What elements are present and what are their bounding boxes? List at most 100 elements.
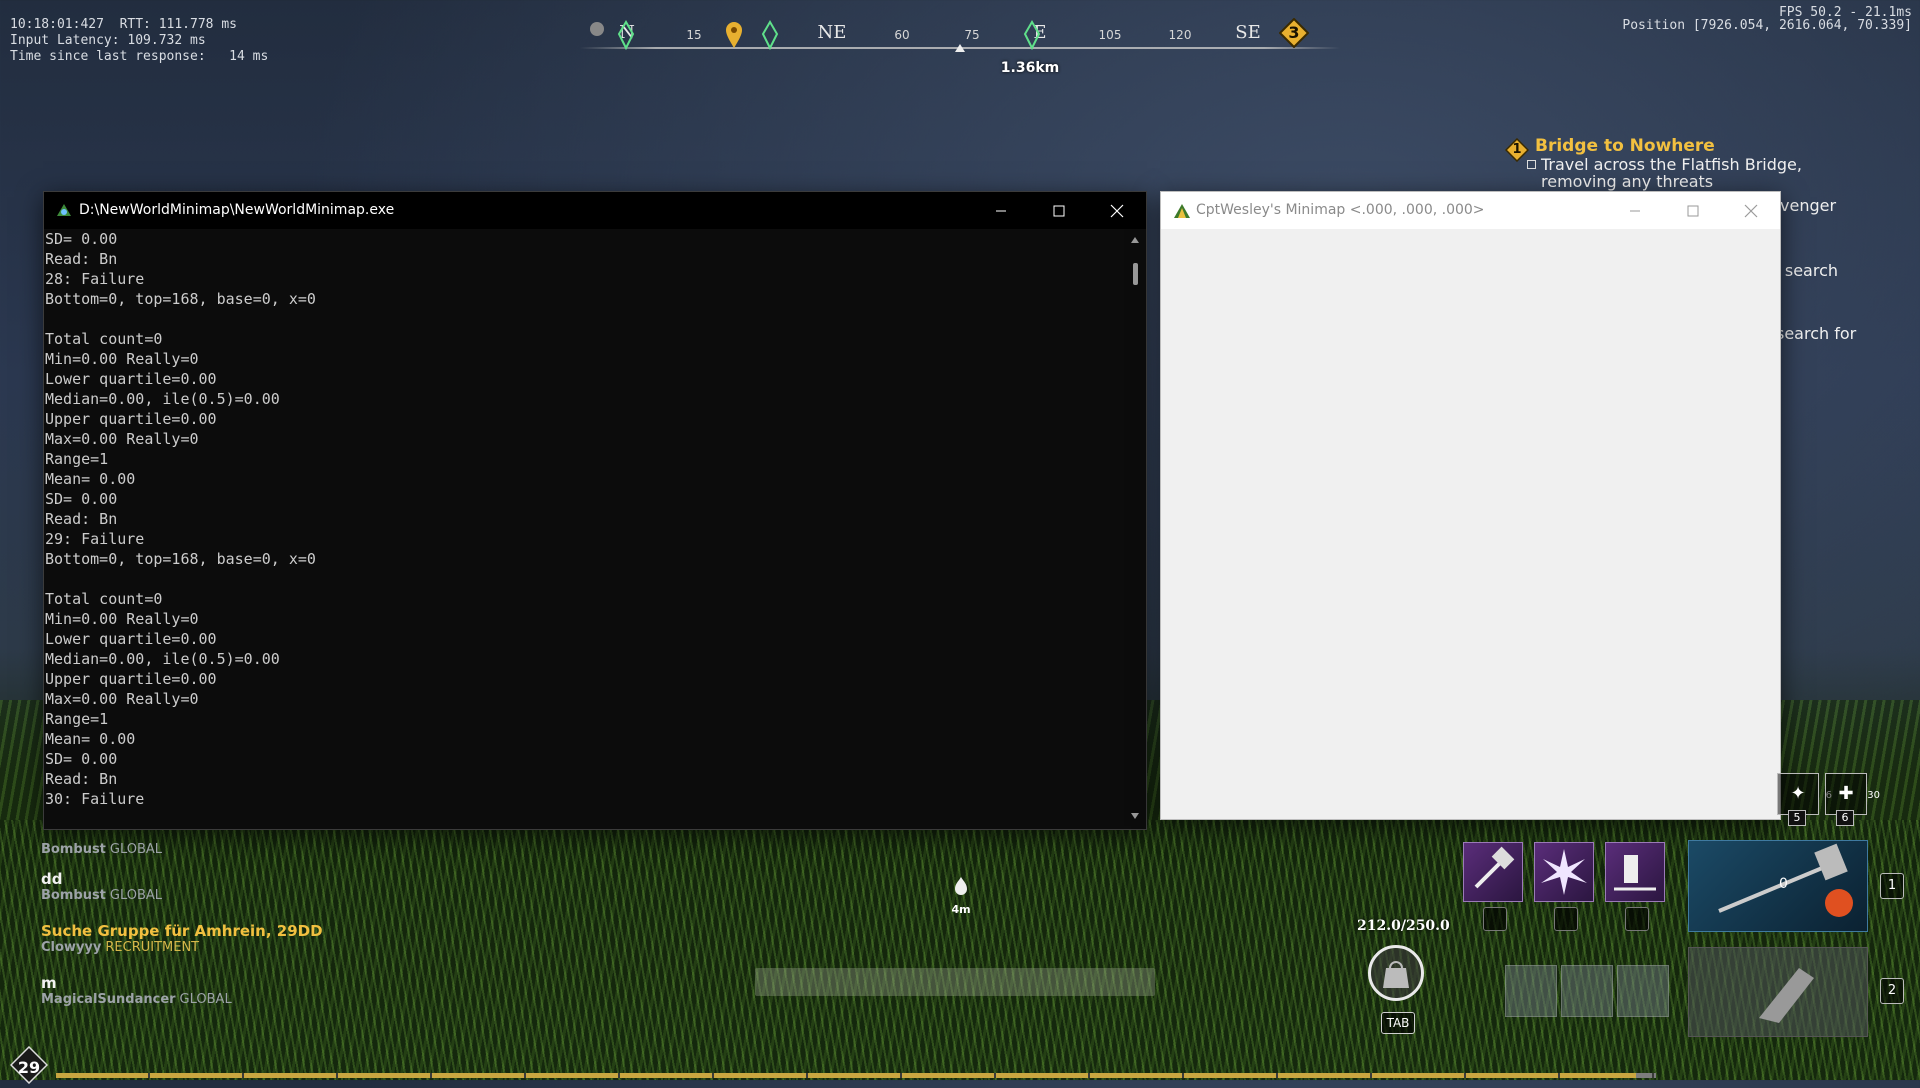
camp-icon bbox=[955, 877, 967, 895]
network-stats: 10:18:01:427 RTT: 111.778 ms Input Laten… bbox=[10, 17, 269, 64]
consumable-figure-icon[interactable] bbox=[1617, 965, 1669, 1017]
console-output[interactable]: SD= 0.00 Read: Bn 28: Failure Bottom=0, top… bbox=[44, 229, 1124, 829]
maximize-icon bbox=[1687, 205, 1699, 216]
compass-distance: 1.36km bbox=[1000, 60, 1060, 76]
quest-title: Bridge to Nowhere bbox=[1535, 136, 1715, 156]
maximize-icon bbox=[1053, 205, 1065, 216]
chat-message: Suche Gruppe für Amhrein, 29DD Clowyyy RE… bbox=[41, 922, 323, 955]
waypoint-diamond-icon bbox=[617, 20, 635, 54]
quest-marker-icon: 3 bbox=[1278, 17, 1310, 52]
chat-message: m MagicalSundancer GLOBAL bbox=[41, 974, 232, 1007]
quest-number: 1 bbox=[1512, 142, 1522, 157]
inventory-bag-icon[interactable] bbox=[1368, 945, 1424, 1001]
chat-channel: GLOBAL bbox=[109, 842, 163, 857]
console-line: Range=1 bbox=[45, 710, 109, 728]
console-line: Upper quartile=0.00 bbox=[45, 410, 217, 428]
console-line: Min=0.00 Really=0 bbox=[45, 350, 199, 368]
app-icon bbox=[56, 203, 72, 219]
close-button[interactable] bbox=[1088, 192, 1146, 229]
console-line: Read: Bn bbox=[45, 250, 118, 268]
quest-marker-number: 3 bbox=[1288, 23, 1300, 42]
console-line: Min=0.00 Really=0 bbox=[45, 610, 199, 628]
chat-user[interactable]: Bombust bbox=[41, 888, 106, 903]
quick-slot-count: 30 bbox=[1867, 790, 1880, 801]
weapon-slot-2-key: 2 bbox=[1880, 978, 1904, 1004]
console-line: Median=0.00, ile(0.5)=0.00 bbox=[45, 390, 280, 408]
quest-number-icon: 1 bbox=[1504, 137, 1530, 163]
campfire-timer: 4m bbox=[946, 875, 976, 916]
minimap-titlebar[interactable]: CptWesley's Minimap <.000, .000, .000> bbox=[1161, 192, 1780, 229]
compass-se: SE bbox=[1235, 22, 1261, 43]
scroll-thumb bbox=[1133, 263, 1138, 285]
location-pin-icon bbox=[724, 20, 744, 54]
position-readout: Position [7926.054, 2616.064, 70.339] bbox=[1622, 18, 1912, 33]
quick-slot-5[interactable]: ✦ 5 6 bbox=[1777, 773, 1832, 826]
quick-slot-6[interactable]: ✚ 6 30 bbox=[1825, 773, 1880, 826]
console-line: Total count=0 bbox=[45, 330, 163, 348]
compass-75: 75 bbox=[964, 28, 980, 42]
waypoint-diamond-icon bbox=[761, 20, 779, 54]
weapon-slot-1[interactable]: 0 bbox=[1688, 840, 1868, 932]
player-group-icon bbox=[588, 20, 606, 42]
chat-message: dd Bombust GLOBAL bbox=[41, 870, 162, 903]
compass-ne: NE bbox=[817, 22, 847, 43]
quest-objective: Travel across the Flatfish Bridge, remov… bbox=[1527, 156, 1831, 190]
quick-slot-key: 6 bbox=[1836, 810, 1854, 826]
minimap-window[interactable]: CptWesley's Minimap <.000, .000, .000> bbox=[1160, 191, 1781, 820]
level-number: 29 bbox=[17, 1058, 41, 1077]
skill-hammer-icon[interactable] bbox=[1463, 842, 1523, 902]
camp-timer-label: 4m bbox=[951, 903, 971, 916]
quest-text-fragment: search for bbox=[1776, 324, 1857, 343]
consumable-stone-icon[interactable] bbox=[1561, 965, 1613, 1017]
console-line: 28: Failure bbox=[45, 270, 145, 288]
waypoint-diamond-icon bbox=[1023, 20, 1041, 54]
skill-burst-icon[interactable] bbox=[1534, 842, 1594, 902]
compass-60: 60 bbox=[894, 28, 910, 42]
ammo-counter: 212.0/250.0 bbox=[1357, 918, 1450, 934]
maximize-button[interactable] bbox=[1030, 192, 1088, 229]
console-line: Median=0.00, ile(0.5)=0.00 bbox=[45, 650, 280, 668]
skill-slam-icon[interactable] bbox=[1605, 842, 1665, 902]
chat-channel: GLOBAL bbox=[109, 888, 163, 903]
minimize-button[interactable] bbox=[1606, 192, 1664, 229]
console-line: Read: Bn bbox=[45, 510, 118, 528]
objective-checkbox bbox=[1527, 160, 1536, 169]
weapon1-count: 0 bbox=[1779, 876, 1788, 892]
console-line: Mean= 0.00 bbox=[45, 470, 136, 488]
console-line: Upper quartile=0.00 bbox=[45, 670, 217, 688]
chat-user[interactable]: Bombust bbox=[41, 842, 106, 857]
console-line: Total count=0 bbox=[45, 590, 163, 608]
consumable-food-icon[interactable] bbox=[1505, 965, 1557, 1017]
compass: N 15 NE 60 75 E 105 120 SE 3 bbox=[580, 14, 1340, 74]
minimize-button[interactable] bbox=[972, 192, 1030, 229]
console-window[interactable]: D:\NewWorldMinimap\NewWorldMinimap.exe S… bbox=[43, 191, 1147, 830]
interaction-bar bbox=[755, 968, 1155, 996]
chat-text: Suche Gruppe für Amhrein, 29DD bbox=[41, 922, 323, 940]
console-line: Range=1 bbox=[45, 450, 109, 468]
compass-15: 15 bbox=[686, 28, 702, 42]
skill-keybind-slot bbox=[1483, 907, 1507, 931]
gauntlet-icon bbox=[1759, 968, 1814, 1023]
chat-user[interactable]: Clowyyy bbox=[41, 940, 101, 955]
console-line: Lower quartile=0.00 bbox=[45, 630, 217, 648]
chat-channel: GLOBAL bbox=[179, 992, 232, 1007]
chat-text: dd bbox=[41, 870, 63, 888]
console-line: SD= 0.00 bbox=[45, 230, 118, 248]
skill-keybind-slot bbox=[1625, 907, 1649, 931]
level-badge: 29 bbox=[9, 1045, 49, 1085]
console-titlebar[interactable]: D:\NewWorldMinimap\NewWorldMinimap.exe bbox=[44, 192, 1146, 229]
skill-keybind-slot bbox=[1554, 907, 1578, 931]
console-line: Bottom=0, top=168, base=0, x=0 bbox=[45, 550, 316, 568]
maximize-button[interactable] bbox=[1664, 192, 1722, 229]
console-line: 30: Failure bbox=[45, 790, 145, 808]
close-button[interactable] bbox=[1722, 192, 1780, 229]
console-line: SD= 0.00 bbox=[45, 750, 118, 768]
console-scrollbar[interactable] bbox=[1124, 229, 1146, 829]
weapon-slot-1-key: 1 bbox=[1880, 873, 1904, 899]
weapon-slot-2[interactable] bbox=[1688, 947, 1868, 1037]
chat-user[interactable]: MagicalSundancer bbox=[41, 992, 176, 1007]
scroll-down-icon bbox=[1131, 813, 1139, 819]
heading-arrow-icon bbox=[954, 38, 966, 57]
tab-key-hint: TAB bbox=[1381, 1012, 1415, 1034]
